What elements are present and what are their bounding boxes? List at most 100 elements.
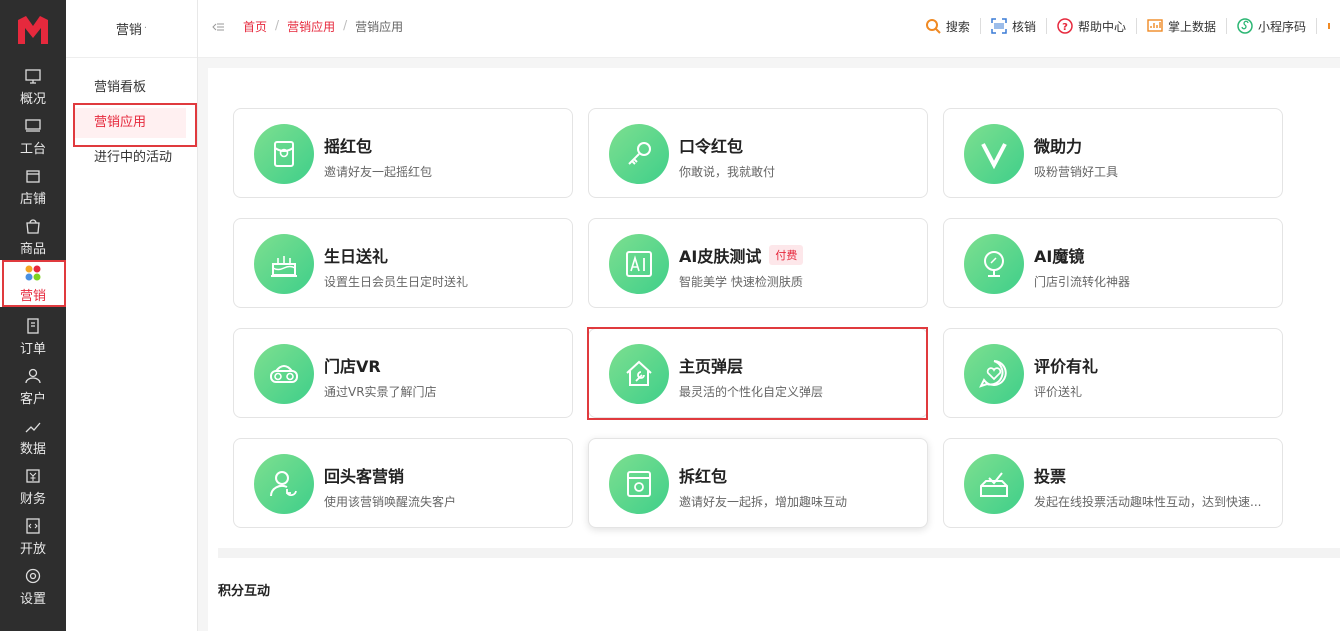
sidebar-item-active-campaigns[interactable]: 进行中的活动 — [74, 143, 186, 173]
order-icon — [27, 318, 39, 334]
collapse-menu-icon[interactable] — [212, 20, 224, 34]
top-header: 首页 / 营销应用 / 营销应用 搜索 核销 ? 帮助中心 掌上数据 小程序码 — [198, 0, 1340, 58]
rail-item-settings[interactable]: 设置 — [0, 562, 66, 612]
rail-item-overview[interactable]: 概况 — [0, 62, 66, 112]
tool-label: 掌上数据 — [1167, 19, 1216, 34]
more-icon — [1328, 23, 1330, 29]
card-title: 口令红包 — [679, 137, 744, 156]
heart-chat-icon — [979, 360, 1007, 388]
tool-verify[interactable]: 核销 — [981, 18, 1047, 34]
tool-mini-program-code[interactable]: 小程序码 — [1227, 18, 1317, 34]
rail-item-label: 数据 — [19, 442, 46, 457]
card-password-red-envelope[interactable]: 口令红包 你敢说，我就敢付 — [588, 108, 928, 198]
rail-item-data[interactable]: 数据 — [0, 412, 66, 462]
rail-item-label: 财务 — [19, 492, 46, 507]
finance-icon — [26, 469, 40, 483]
breadcrumb-separator: / — [343, 18, 348, 32]
breadcrumb-marketing-apps[interactable]: 营销应用 — [287, 18, 335, 35]
key-icon — [628, 142, 651, 165]
card-title: AI皮肤测试 付费 — [679, 243, 804, 267]
tool-label: 核销 — [1011, 19, 1036, 34]
section-title-points-interaction: 积分互动 — [218, 584, 271, 599]
tool-search[interactable]: 搜索 — [915, 18, 981, 34]
rail-item-label: 开放 — [19, 542, 46, 557]
open-envelope-icon — [627, 471, 651, 497]
card-returning-customer[interactable]: 回头客营销 使用该营销唤醒流失客户 — [233, 438, 573, 528]
card-store-vr[interactable]: 门店VR 通过VR实景了解门店 — [233, 328, 573, 418]
rail-item-workbench[interactable]: 工台 — [0, 112, 66, 162]
card-title: AI魔镜 — [1034, 247, 1085, 266]
card-icon — [254, 234, 314, 294]
rail-item-customers[interactable]: 客户 — [0, 362, 66, 412]
tool-mobile-data[interactable]: 掌上数据 — [1137, 18, 1227, 34]
vr-glasses-icon — [270, 365, 298, 383]
rail-item-marketing[interactable]: 营销 — [0, 260, 66, 307]
rail-item-label: 店铺 — [19, 192, 46, 207]
card-birthday-gift[interactable]: 生日送礼 设置生日会员生日定时送礼 — [233, 218, 573, 308]
search-icon — [925, 19, 941, 34]
logo-icon[interactable] — [14, 12, 52, 50]
chart-icon — [25, 422, 41, 433]
tool-label: 搜索 — [945, 19, 970, 34]
secondary-sidebar: 营销 · 营销看板 营销应用 进行中的活动 — [66, 0, 198, 631]
card-vote[interactable]: 投票 发起在线投票活动趣味性互动，达到快速... — [943, 438, 1283, 528]
breadcrumb-separator: / — [275, 18, 280, 32]
card-icon — [254, 124, 314, 184]
card-icon — [609, 344, 669, 404]
card-ai-mirror[interactable]: AI魔镜 门店引流转化神器 — [943, 218, 1283, 308]
section-divider — [218, 548, 1340, 558]
card-title: 生日送礼 — [324, 247, 389, 266]
card-micro-boost[interactable]: 微助力 吸粉营销好工具 — [943, 108, 1283, 198]
breadcrumb-current: 营销应用 — [355, 20, 404, 34]
main-nav-rail: 概况 工台 店铺 商品 营销 订单 客户 数据 财务 开放 设置 — [0, 0, 66, 631]
card-homepage-popup[interactable]: 主页弹层 最灵活的个性化自定义弹层 — [588, 328, 928, 418]
card-title: 投票 — [1034, 467, 1067, 486]
rail-item-label: 营销 — [19, 288, 46, 304]
card-shake-red-envelope[interactable]: 摇红包 邀请好友一起摇红包 — [233, 108, 573, 198]
card-icon — [609, 124, 669, 184]
card-icon — [964, 234, 1024, 294]
card-icon — [609, 234, 669, 294]
sidebar-item-dashboard[interactable]: 营销看板 — [74, 73, 186, 103]
card-icon — [254, 454, 314, 514]
rail-item-finance[interactable]: 财务 — [0, 462, 66, 512]
returning-user-icon — [269, 471, 297, 497]
tool-overflow[interactable] — [1317, 18, 1340, 34]
card-desc: 你敢说，我就敢付 — [679, 165, 776, 179]
code-icon — [26, 518, 40, 534]
card-open-red-envelope[interactable]: 拆红包 邀请好友一起拆，增加趣味互动 — [588, 438, 928, 528]
rail-item-open[interactable]: 开放 — [0, 512, 66, 562]
rail-item-store[interactable]: 店铺 — [0, 162, 66, 212]
mirror-icon — [984, 251, 1004, 277]
card-icon — [254, 344, 314, 404]
card-review-gift[interactable]: 评价有礼 评价送礼 — [943, 328, 1283, 418]
rail-item-goods[interactable]: 商品 — [0, 212, 66, 262]
tool-help-center[interactable]: ? 帮助中心 — [1047, 18, 1137, 34]
marketing-icon — [25, 265, 41, 280]
sidebar-title-text: 营销 — [115, 23, 142, 38]
card-ai-skin-test[interactable]: AI皮肤测试 付费 智能美学 快速检测肤质 — [588, 218, 928, 308]
user-icon — [25, 368, 41, 384]
vote-box-icon — [980, 472, 1008, 497]
shopping-bag-icon — [26, 219, 40, 234]
card-desc: 门店引流转化神器 — [1034, 275, 1131, 289]
svg-text:?: ? — [1062, 22, 1068, 33]
rail-item-orders[interactable]: 订单 — [0, 312, 66, 362]
v-letter-icon — [981, 143, 1007, 170]
card-desc: 使用该营销唤醒流失客户 — [324, 495, 457, 509]
card-desc: 邀请好友一起拆，增加趣味互动 — [679, 495, 848, 509]
card-title: 回头客营销 — [324, 467, 405, 486]
help-icon: ? — [1057, 18, 1073, 34]
tool-label: 帮助中心 — [1077, 19, 1126, 34]
scan-icon — [991, 18, 1007, 34]
red-envelope-icon — [274, 141, 294, 167]
monitor-icon — [25, 69, 41, 84]
tool-label: 小程序码 — [1257, 19, 1306, 34]
dot-icon: · — [143, 23, 148, 34]
card-title: 门店VR — [324, 357, 381, 376]
sidebar-item-marketing-apps[interactable]: 营销应用 — [74, 108, 186, 138]
card-icon — [964, 124, 1024, 184]
card-title: 拆红包 — [679, 467, 728, 486]
rail-item-label: 工台 — [19, 142, 46, 157]
breadcrumb-home[interactable]: 首页 — [243, 18, 267, 35]
